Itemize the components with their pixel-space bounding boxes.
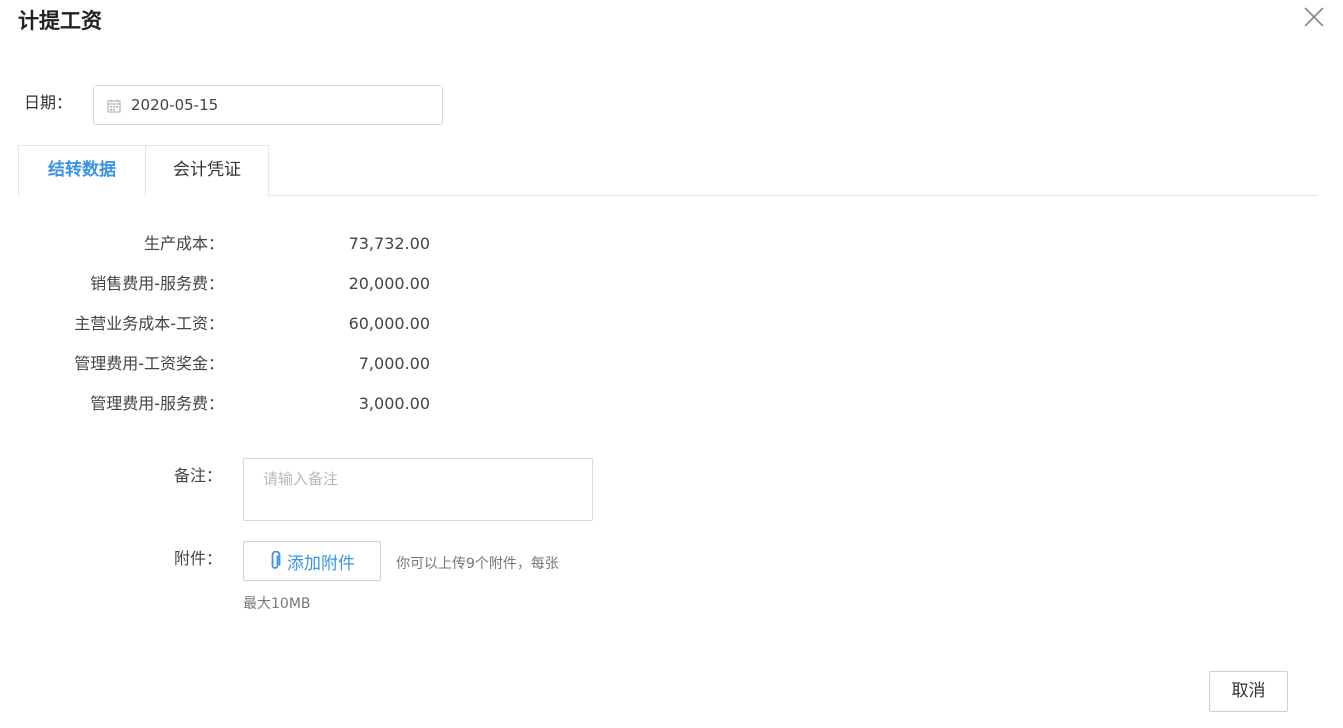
close-icon[interactable] — [1303, 6, 1325, 28]
row-label: 主营业务成本-工资： — [74, 314, 224, 333]
add-attachment-label: 添加附件 — [287, 553, 355, 574]
row-value: 73,732.00 — [348, 234, 430, 253]
list-item: 管理费用-工资奖金： 7,000.00 — [0, 349, 460, 389]
cancel-button[interactable]: 取消 — [1209, 671, 1288, 712]
transfer-data-list: 生产成本： 73,732.00 销售费用-服务费： 20,000.00 主营业务… — [0, 229, 460, 429]
list-item: 管理费用-服务费： 3,000.00 — [0, 389, 460, 429]
row-label: 生产成本： — [143, 234, 224, 253]
row-label: 管理费用-工资奖金： — [74, 354, 224, 373]
date-picker-input[interactable]: 2020-05-15 — [93, 85, 443, 125]
row-value: 7,000.00 — [358, 354, 430, 373]
tab-bar: 结转数据 会计凭证 — [18, 145, 1318, 196]
add-attachment-button[interactable]: 添加附件 — [243, 541, 381, 581]
attachment-hint-size: 最大10MB — [243, 596, 311, 612]
list-item: 生产成本： 73,732.00 — [0, 229, 460, 269]
list-item: 销售费用-服务费： 20,000.00 — [0, 269, 460, 309]
date-label: 日期： — [24, 93, 73, 112]
remark-label: 备注： — [174, 466, 223, 485]
attachment-hint: 你可以上传9个附件，每张 — [396, 556, 559, 572]
salary-accrual-dialog: 计提工资 日期： 2020-05-15 结转数据 会计凭证 生产成本： 73,7… — [0, 0, 1343, 728]
row-value: 3,000.00 — [358, 394, 430, 413]
calendar-icon — [107, 98, 121, 113]
row-value: 60,000.00 — [348, 314, 430, 333]
tab-transfer-data[interactable]: 结转数据 — [18, 145, 146, 196]
row-label: 管理费用-服务费： — [90, 394, 224, 413]
remark-input[interactable] — [243, 458, 593, 521]
attachment-label: 附件： — [174, 549, 223, 568]
row-value: 20,000.00 — [348, 274, 430, 293]
list-item: 主营业务成本-工资： 60,000.00 — [0, 309, 460, 349]
date-value: 2020-05-15 — [131, 96, 219, 114]
dialog-title: 计提工资 — [18, 9, 102, 33]
row-label: 销售费用-服务费： — [90, 274, 224, 293]
paperclip-icon — [269, 550, 281, 571]
tab-accounting-voucher[interactable]: 会计凭证 — [146, 145, 269, 196]
